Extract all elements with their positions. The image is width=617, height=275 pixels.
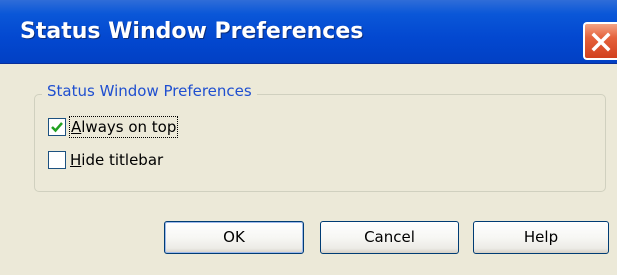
cancel-button[interactable]: Cancel	[320, 221, 459, 254]
always-on-top-checkbox[interactable]	[48, 118, 66, 136]
always-on-top-option[interactable]: Always on top	[48, 116, 179, 138]
checkmark-icon	[51, 122, 63, 133]
title-bar[interactable]: Status Window Preferences	[0, 0, 617, 64]
close-button[interactable]	[583, 22, 617, 60]
mnemonic-a: A	[71, 118, 82, 136]
hide-titlebar-checkbox[interactable]	[48, 151, 66, 169]
help-button[interactable]: Help	[473, 221, 609, 254]
always-on-top-label[interactable]: Always on top	[68, 116, 179, 138]
preferences-groupbox	[34, 94, 606, 192]
dialog-window: Status Window Preferences Status Window …	[0, 0, 617, 275]
window-title: Status Window Preferences	[20, 19, 364, 44]
mnemonic-h: H	[70, 151, 82, 169]
hide-titlebar-option[interactable]: Hide titlebar	[48, 149, 163, 171]
hide-titlebar-label[interactable]: Hide titlebar	[70, 150, 163, 170]
close-x-icon	[591, 32, 611, 52]
groupbox-label: Status Window Preferences	[42, 81, 257, 101]
ok-button[interactable]: OK	[164, 221, 304, 254]
